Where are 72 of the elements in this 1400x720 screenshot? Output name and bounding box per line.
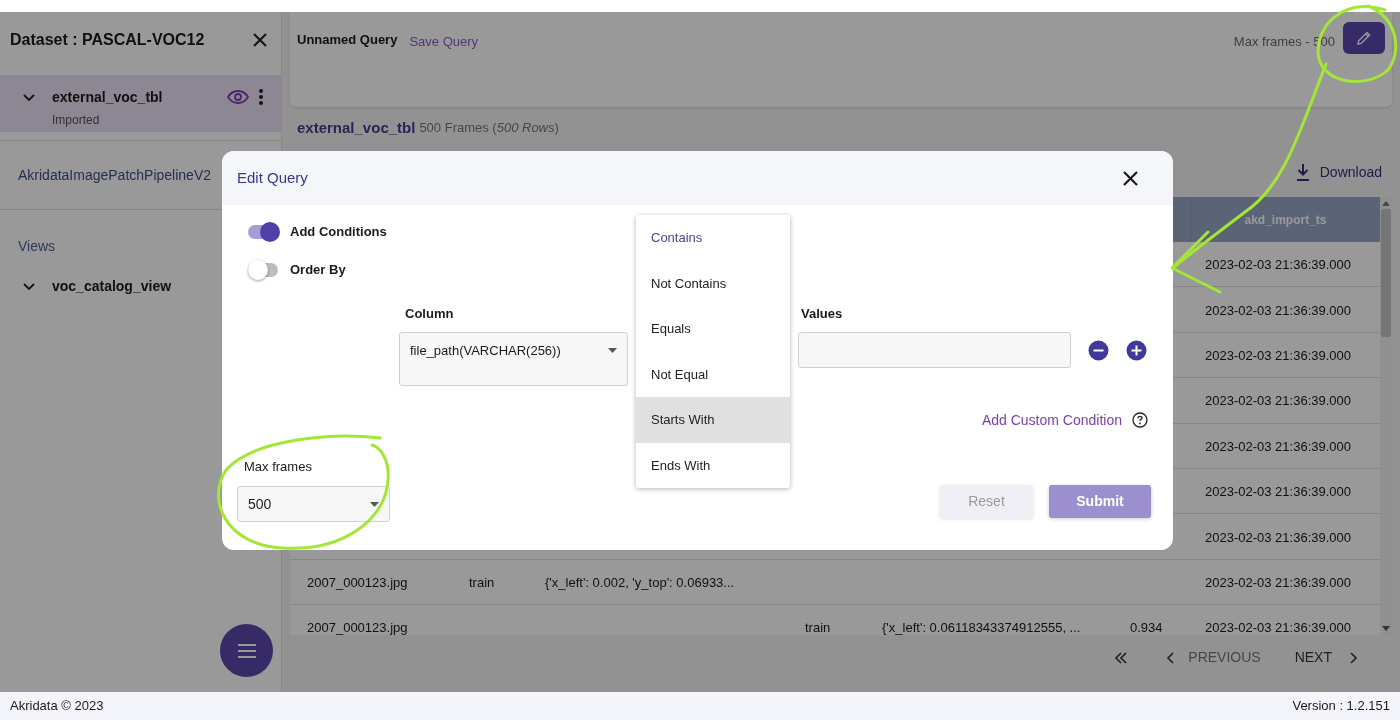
dialog-title: Edit Query (237, 167, 308, 188)
table-cell: 2023-02-03 21:36:39.000 (1205, 302, 1351, 318)
help-icon[interactable] (1132, 412, 1148, 428)
next-button[interactable]: NEXT (1294, 647, 1358, 668)
eye-icon[interactable] (227, 90, 249, 104)
scrollbar-thumb[interactable] (1381, 209, 1391, 337)
dataset-name: external_voc_tbl (52, 88, 164, 107)
menu-item[interactable]: Not Equal (636, 351, 790, 397)
download-button[interactable]: Download (1295, 161, 1382, 183)
toggle-switch[interactable] (248, 222, 280, 242)
close-icon[interactable] (252, 32, 268, 48)
table-cell: 2023-02-03 21:36:39.000 (1205, 529, 1351, 545)
table-cell: 2023-02-03 21:36:39.000 (1205, 574, 1351, 590)
table-cell: 0.934 (1130, 620, 1163, 635)
max-frames-select[interactable]: 500 (237, 486, 390, 522)
table-cell: {'x_left': 0.002, 'y_top': 0.06933... (545, 574, 735, 590)
view-item[interactable]: voc_catalog_view (0, 266, 281, 306)
chevron-left-icon (1166, 651, 1175, 664)
table-cell: 2023-02-03 21:36:39.000 (1205, 257, 1351, 273)
field-label: Values (800, 305, 844, 323)
table-cell: 2023-02-03 21:36:39.000 (1205, 347, 1351, 363)
save-query-link[interactable]: Save Query (409, 30, 479, 52)
download-icon (1295, 163, 1310, 181)
menu-item[interactable]: Starts With (636, 397, 790, 443)
caret-down-icon (370, 501, 379, 507)
column-select[interactable]: file_path(VARCHAR(256)) (399, 332, 628, 386)
table-cell: 2007_000123.jpg (307, 574, 408, 590)
table-cell: 2023-02-03 21:36:39.000 (1205, 620, 1351, 635)
minus-circle-icon[interactable] (1088, 339, 1109, 361)
section-heading: Views (18, 236, 56, 256)
menu-item[interactable]: Not Contains (636, 260, 790, 306)
menu-item[interactable]: Equals (636, 306, 790, 352)
toggle-label: Add Conditions (290, 223, 387, 242)
pipeline-link[interactable]: AkridataImagePatchPipelineV2 (18, 164, 211, 186)
menu-item[interactable]: Ends With (636, 442, 790, 488)
dataset-status: Imported (52, 112, 101, 129)
menu-button[interactable] (220, 624, 273, 677)
toggle-switch[interactable] (248, 260, 280, 280)
close-icon[interactable] (1123, 170, 1138, 186)
table-cell: 2023-02-03 21:36:39.000 (1205, 484, 1351, 500)
query-title: Unnamed Query (297, 31, 398, 49)
chevron-down-icon[interactable] (23, 280, 35, 292)
caret-down-icon (608, 348, 617, 353)
table-name: external_voc_tbl (297, 117, 416, 138)
table-cell: 2007_000123.jpg (307, 620, 408, 635)
add-custom-condition-link[interactable]: Add Custom Condition (981, 409, 1122, 431)
table-cell: {'x_left': 0.06118343374912555, ... (882, 620, 1081, 635)
table-cell: train (805, 620, 831, 635)
menu-icon (236, 643, 257, 658)
first-page-icon[interactable] (1114, 651, 1129, 664)
table-summary: 500 Frames (500 Rows) (419, 119, 559, 138)
table-cell: 2023-02-03 21:36:39.000 (1205, 438, 1351, 454)
table-cell: train (469, 574, 495, 590)
version-text: Version : 1.2.151 (1292, 697, 1390, 716)
toggle-label: Order By (290, 261, 346, 280)
field-label: Max frames (243, 458, 313, 476)
plus-circle-icon[interactable] (1126, 339, 1147, 361)
pencil-icon (1356, 30, 1372, 46)
scroll-down-icon[interactable] (1382, 626, 1390, 631)
chevron-right-icon (1350, 651, 1358, 664)
chevron-down-icon[interactable] (23, 91, 35, 103)
dataset-item[interactable]: external_voc_tbl Imported (0, 75, 281, 132)
table-cell: 2023-02-03 21:36:39.000 (1205, 393, 1351, 409)
dataset-title: Dataset : PASCAL-VOC12 (10, 30, 205, 50)
view-name: voc_catalog_view (52, 276, 172, 296)
more-icon[interactable] (259, 89, 263, 105)
values-field[interactable] (798, 332, 1071, 368)
menu-item[interactable]: Contains (636, 215, 790, 261)
scroll-up-icon[interactable] (1382, 201, 1390, 206)
field-label: Column (404, 305, 455, 323)
copyright-text: Akridata © 2023 (10, 697, 104, 716)
edit-button[interactable] (1343, 22, 1385, 54)
